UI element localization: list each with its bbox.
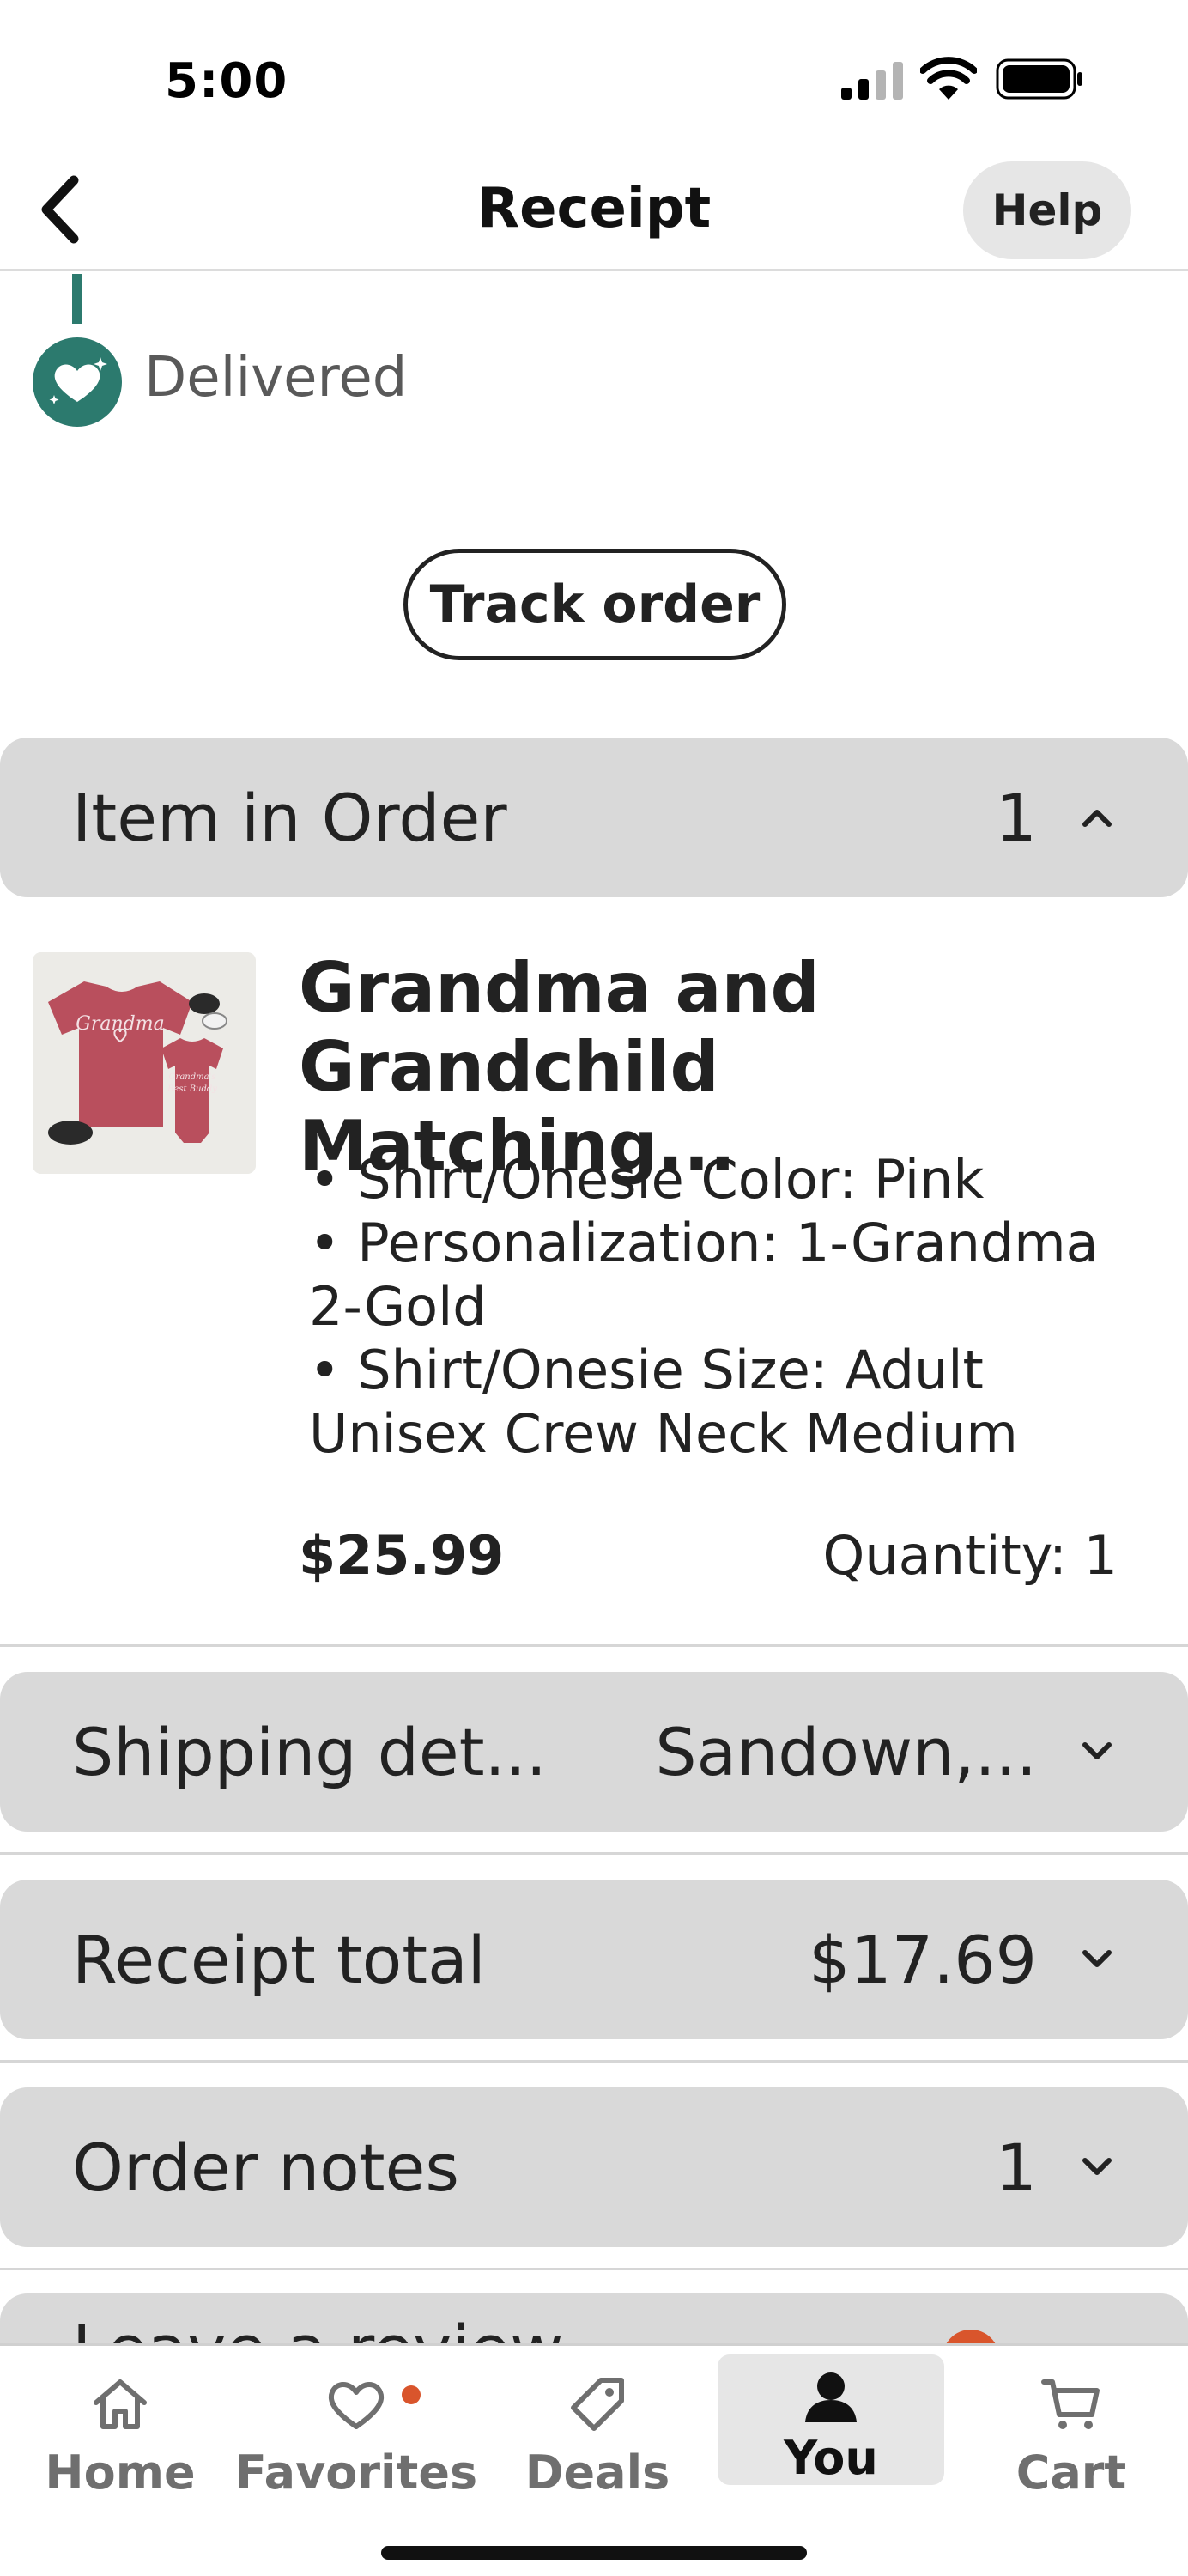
status-time: 5:00 (165, 53, 288, 109)
items-count: 1 (995, 779, 1037, 856)
divider (0, 2268, 1188, 2270)
shipping-section-label: Shipping det... (72, 1713, 547, 1790)
tab-cart-label: Cart (1015, 2445, 1127, 2500)
heart-icon (322, 2370, 391, 2439)
bottom-tab-bar: Home Favorites Deals You Cart (0, 2343, 1188, 2576)
item-price: $25.99 (299, 1524, 505, 1587)
chevron-down-icon (1078, 2148, 1116, 2186)
wifi-icon (920, 57, 977, 100)
order-notes-section[interactable]: Order notes 1 (0, 2087, 1188, 2247)
chevron-up-icon (1078, 799, 1116, 836)
tab-cart[interactable]: Cart (985, 2354, 1157, 2526)
shipping-destination: Sandown,... (655, 1713, 1037, 1790)
item-image: Grandma Grandma's Best Buddy (33, 952, 256, 1174)
battery-icon (996, 58, 1082, 100)
divider (0, 1644, 1188, 1647)
receipt-total-label: Receipt total (72, 1921, 486, 1998)
home-icon (86, 2370, 155, 2439)
status-bar: 5:00 (0, 0, 1188, 146)
chevron-down-icon (1078, 1733, 1116, 1771)
delivered-heart-icon (33, 337, 122, 427)
shipping-details-section[interactable]: Shipping det... Sandown,... (0, 1672, 1188, 1832)
person-icon (797, 2363, 865, 2429)
svg-text:Grandma's: Grandma's (169, 1072, 216, 1082)
tab-deals-label: Deals (524, 2445, 670, 2500)
receipt-total-amount: $17.69 (809, 1921, 1037, 1998)
divider (0, 1852, 1188, 1855)
help-button[interactable]: Help (963, 161, 1131, 259)
tab-home-label: Home (45, 2445, 196, 2500)
item-specs: • Shirt/Onesie Color: Pink • Personaliza… (309, 1148, 1167, 1466)
tab-you[interactable]: You (718, 2354, 944, 2485)
tab-home[interactable]: Home (34, 2354, 206, 2526)
receipt-total-section[interactable]: Receipt total $17.69 (0, 1880, 1188, 2039)
item-spec-size: • Shirt/Onesie Size: Adult Unisex Crew N… (309, 1339, 1018, 1465)
chevron-down-icon (1078, 1941, 1116, 1978)
divider (0, 2060, 1188, 2063)
svg-text:Best Buddy: Best Buddy (167, 1084, 217, 1094)
leave-review-label: Leave a review (72, 2311, 563, 2343)
delivered-status-label: Delivered (144, 346, 408, 410)
order-notes-label: Order notes (72, 2129, 459, 2206)
tag-icon (563, 2370, 632, 2439)
items-section-label: Item in Order (72, 779, 507, 856)
home-indicator[interactable] (381, 2546, 807, 2560)
nav-header: Receipt Help (0, 146, 1188, 271)
favorites-notification-dot (402, 2385, 421, 2404)
item-spec-color: • Shirt/Onesie Color: Pink (309, 1148, 985, 1211)
tab-you-label: You (784, 2431, 878, 2485)
timeline-line (72, 274, 82, 324)
order-notes-count: 1 (995, 2129, 1037, 2206)
tab-deals[interactable]: Deals (512, 2354, 683, 2526)
cellular-signal-icon (841, 62, 903, 100)
receipt-content[interactable]: Delivered Track order Item in Order 1 Gr… (0, 274, 1188, 2343)
item-quantity: Quantity: 1 (822, 1524, 1118, 1587)
leave-review-section[interactable]: Leave a review (0, 2293, 1188, 2343)
item-thumbnail[interactable]: Grandma Grandma's Best Buddy (33, 952, 256, 1174)
tab-favorites[interactable]: Favorites (235, 2354, 477, 2526)
cart-icon (1037, 2370, 1106, 2439)
tab-favorites-label: Favorites (234, 2445, 478, 2500)
track-order-button[interactable]: Track order (403, 549, 786, 660)
item-spec-personalization: • Personalization: 1-Grandma 2-Gold (309, 1212, 1099, 1338)
items-in-order-section[interactable]: Item in Order 1 (0, 738, 1188, 897)
